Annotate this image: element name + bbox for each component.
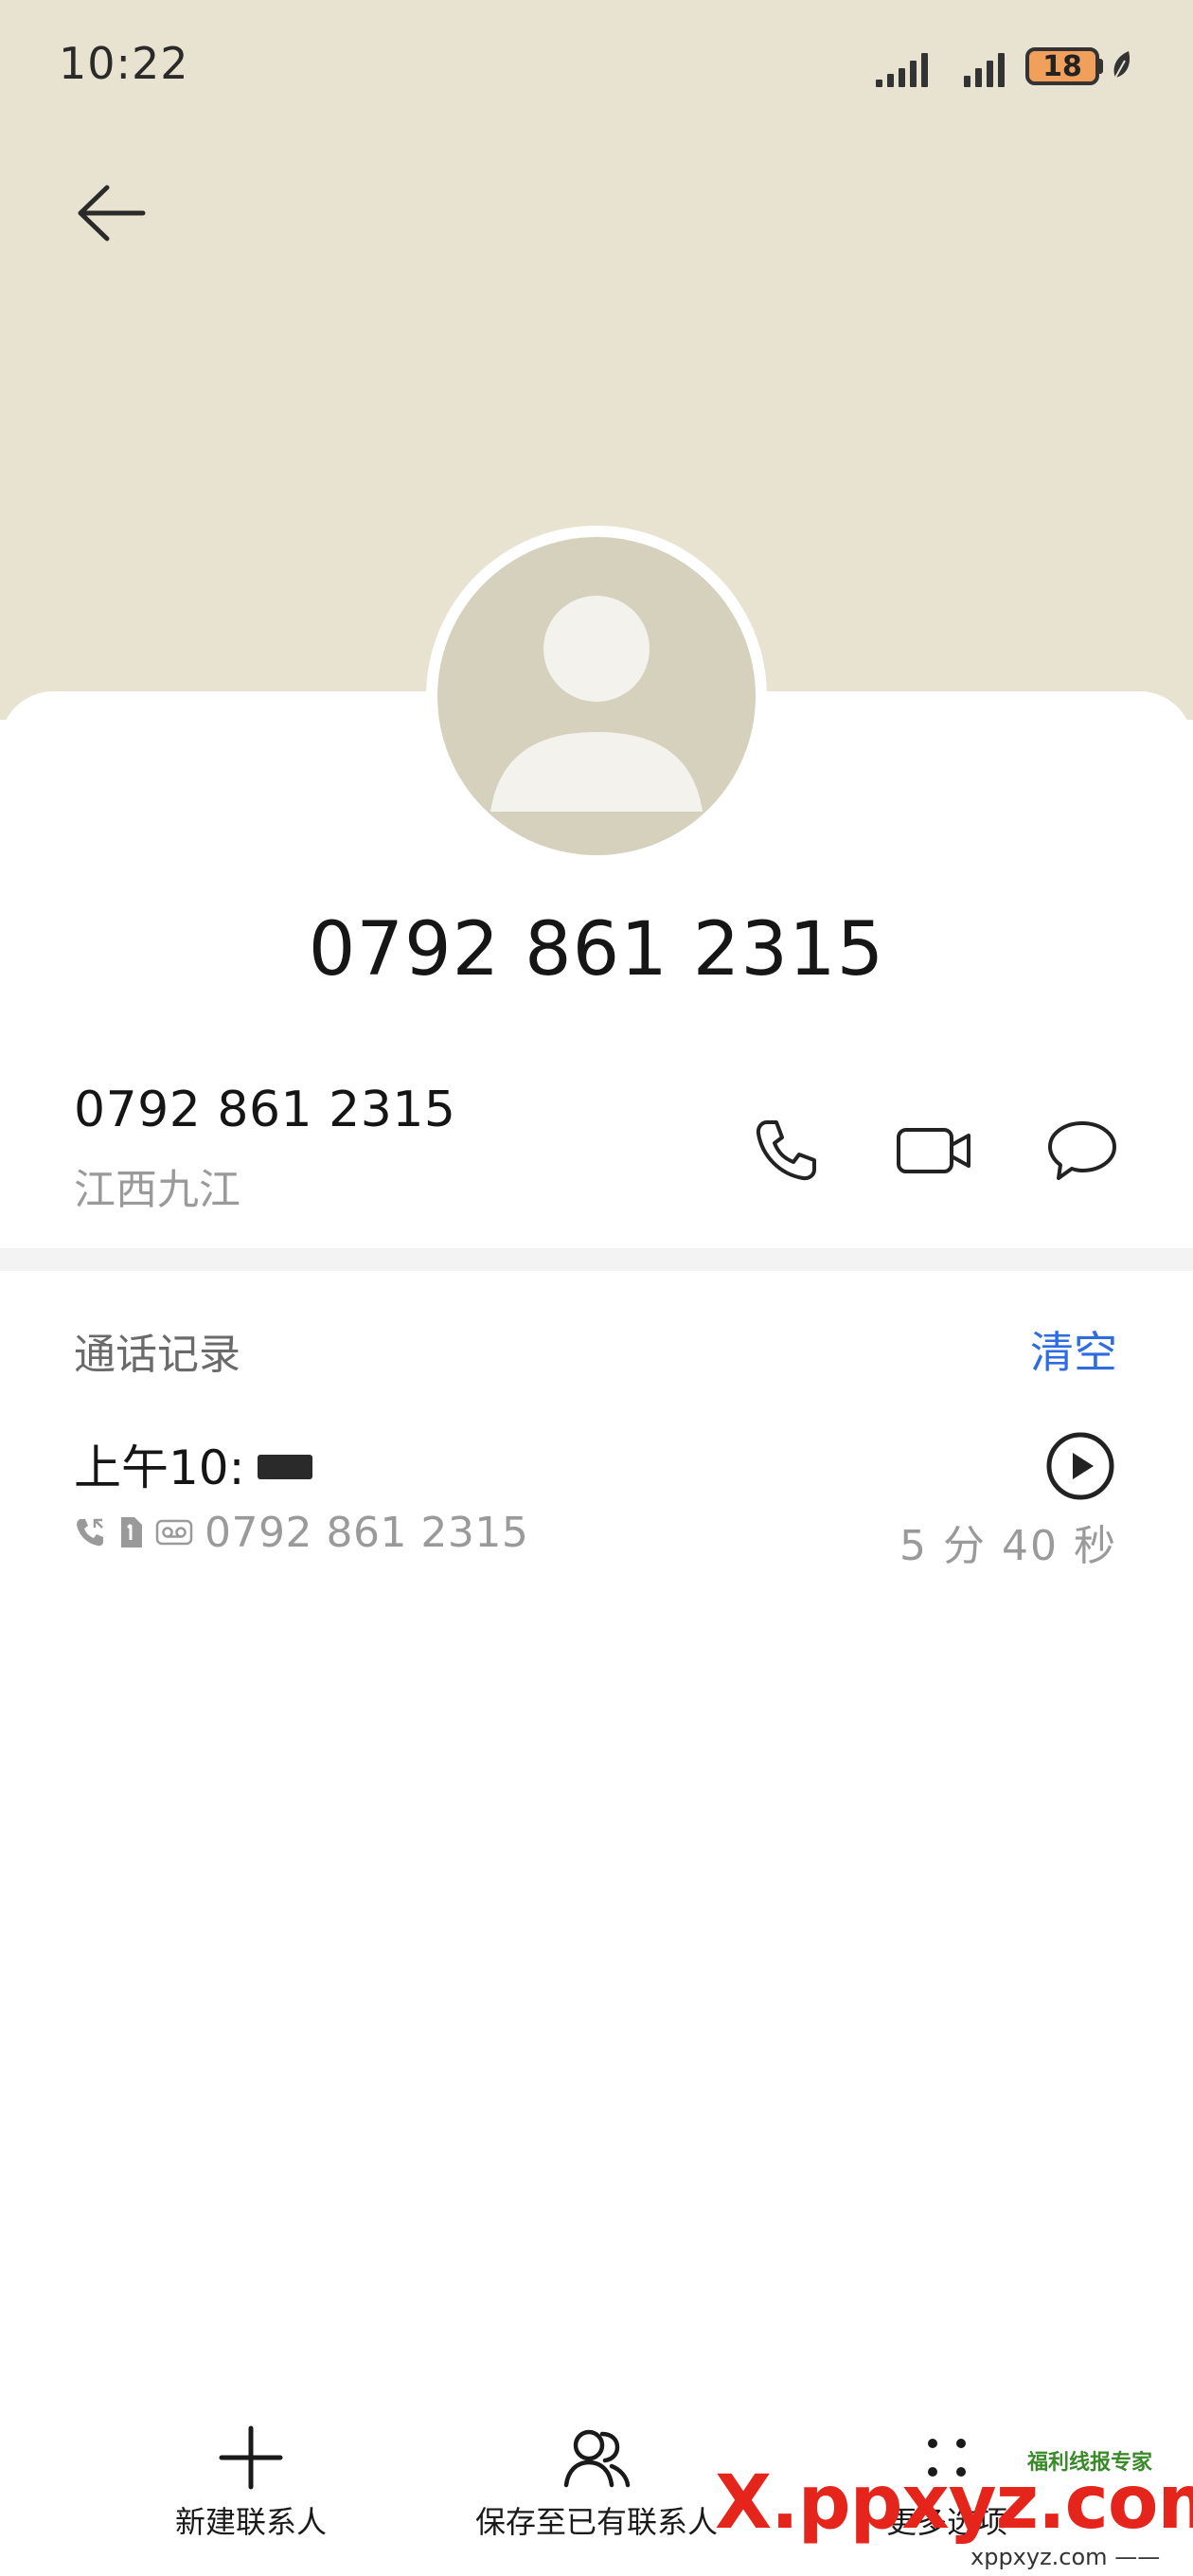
call-button[interactable] — [743, 1108, 828, 1193]
contacts-icon — [563, 2429, 631, 2488]
record-details: 0792 861 2315 — [74, 1504, 528, 1561]
status-time: 10:22 — [59, 38, 189, 89]
more-options-label: 更多选项 — [885, 2504, 1007, 2540]
phone-location: 江西九江 — [74, 1166, 240, 1214]
call-log-header: 通话记录 清空 — [0, 1316, 1193, 1383]
phone-icon — [756, 1120, 816, 1181]
message-icon — [1048, 1121, 1116, 1180]
arrow-left-icon — [78, 185, 146, 242]
video-call-button[interactable] — [892, 1108, 977, 1193]
avatar — [426, 526, 767, 867]
number-row[interactable]: 0792 861 2315 江西九江 — [0, 1061, 1193, 1250]
battery-level: 18 — [1042, 49, 1082, 83]
save-to-existing-button[interactable]: 保存至已有联系人 — [469, 2424, 724, 2542]
person-icon — [490, 596, 703, 812]
new-contact-label: 新建联系人 — [174, 2504, 327, 2540]
video-camera-icon — [897, 1128, 970, 1173]
status-bar: 10:22 18 — [0, 0, 1193, 133]
battery-icon: 18 — [1025, 47, 1099, 85]
call-log-title: 通话记录 — [74, 1331, 240, 1379]
call-record[interactable]: 上午10: 0792 861 2315 5 分 40 秒 — [0, 1421, 1193, 1572]
redacted-block — [258, 1455, 312, 1479]
sim-card-icon — [121, 1517, 142, 1547]
new-contact-button[interactable]: 新建联系人 — [156, 2424, 346, 2542]
clear-button[interactable]: 清空 — [1030, 1318, 1117, 1381]
record-number: 0792 861 2315 — [205, 1508, 529, 1557]
play-icon — [1046, 1432, 1114, 1500]
voicemail-icon — [155, 1519, 193, 1546]
play-recording-button[interactable] — [1044, 1430, 1116, 1502]
more-dots-icon — [928, 2439, 966, 2477]
battery-tip — [1098, 59, 1103, 74]
back-button[interactable] — [59, 161, 163, 265]
phone-number: 0792 861 2315 — [74, 1082, 456, 1138]
signal-icon — [876, 47, 928, 87]
contact-title: 0792 861 2315 — [308, 907, 885, 993]
incoming-call-icon — [77, 1518, 103, 1547]
signal-icon-secondary — [964, 47, 1005, 87]
plus-icon — [219, 2425, 283, 2490]
record-time: 上午10: — [74, 1440, 245, 1495]
message-button[interactable] — [1040, 1108, 1125, 1193]
more-options-button[interactable]: 更多选项 — [852, 2424, 1042, 2542]
section-divider — [0, 1248, 1193, 1271]
save-to-existing-label: 保存至已有联系人 — [474, 2504, 718, 2540]
leaf-icon — [1113, 51, 1131, 79]
call-duration: 5 分 40 秒 — [899, 1522, 1117, 1570]
bottom-action-bar: 新建联系人 保存至已有联系人 更多选项 — [0, 2406, 1193, 2576]
